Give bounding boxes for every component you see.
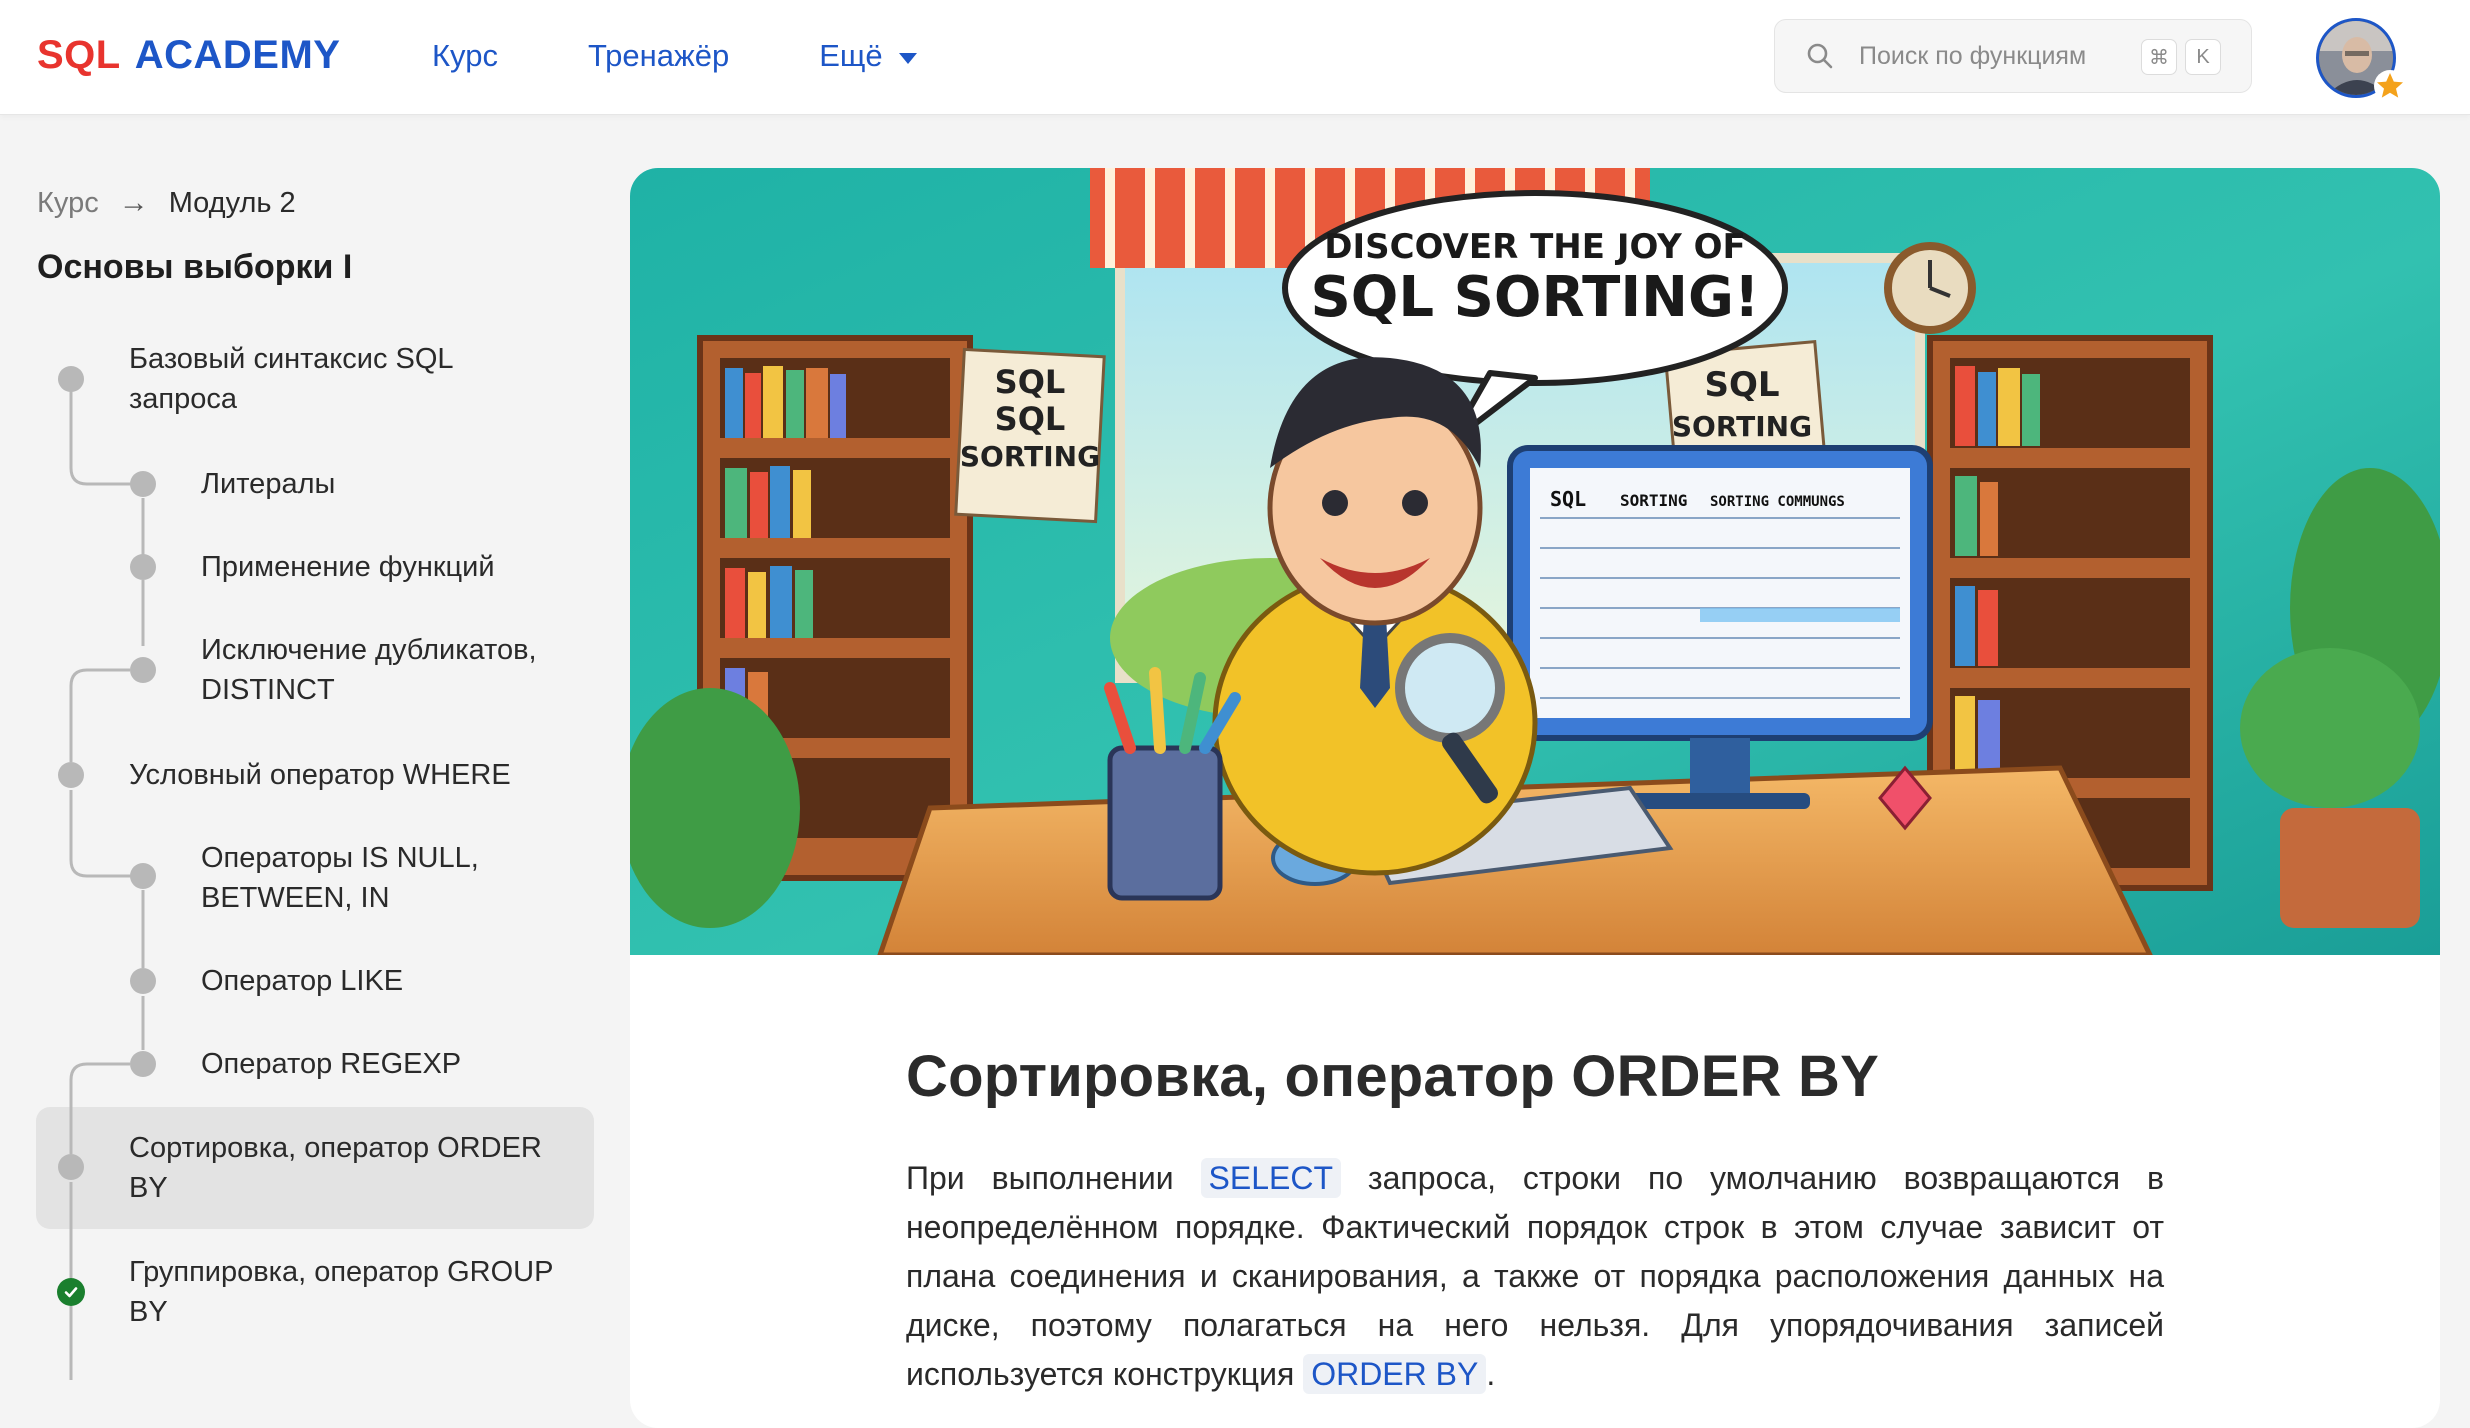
user-avatar[interactable] bbox=[2316, 18, 2406, 102]
paragraph-text: При выполнении bbox=[906, 1160, 1201, 1196]
sidebar-item-label: DISTINCT bbox=[201, 674, 335, 706]
sidebar-item-label: Оператор LIKE bbox=[201, 965, 404, 997]
article-title: Сортировка, оператор ORDER BY bbox=[906, 1044, 1880, 1109]
sidebar-item-label: Исключение дубликатов, bbox=[201, 634, 537, 666]
tree-node-dot-active bbox=[58, 1154, 84, 1180]
sidebar-item-label: запроса bbox=[129, 383, 238, 415]
screen-header-text: SORTING COMMUNGS bbox=[1710, 494, 1845, 510]
poster-left-text: SQL bbox=[995, 363, 1066, 401]
sidebar-item-order-by[interactable]: Сортировка, оператор ORDER BY bbox=[129, 1128, 542, 1208]
search-placeholder: Поиск по функциям bbox=[1859, 41, 2087, 70]
hero-illustration: SQL SQL SORTING SQL SORTING DISCOVER THE… bbox=[630, 168, 2440, 955]
sidebar-item-label: Базовый синтаксис SQL bbox=[129, 343, 454, 375]
paragraph-text: . bbox=[1486, 1356, 1496, 1392]
tree-node-dot bbox=[130, 968, 156, 994]
sidebar-item-label: Операторы IS NULL, bbox=[201, 842, 479, 874]
search-icon bbox=[1807, 43, 1833, 69]
code-select: SELECT bbox=[1200, 1158, 1341, 1198]
code-order-by: ORDER BY bbox=[1303, 1354, 1487, 1394]
sidebar-item-group-by[interactable]: Группировка, оператор GROUP BY bbox=[129, 1252, 553, 1332]
sidebar-item-basic-syntax[interactable]: Базовый синтаксис SQL запроса bbox=[129, 339, 454, 419]
sidebar-item-label: Литералы bbox=[201, 468, 336, 500]
article-intro-paragraph: При выполнении SELECT запроса, строки по… bbox=[906, 1154, 2164, 1399]
poster-right-text: SQL bbox=[1704, 365, 1779, 405]
lesson-content: SQL SQL SORTING SQL SORTING DISCOVER THE… bbox=[630, 168, 2440, 1428]
sidebar-item-literals[interactable]: Литералы bbox=[201, 464, 335, 504]
sidebar-item-is-null-between-in[interactable]: Операторы IS NULL, BETWEEN, IN bbox=[201, 838, 479, 918]
tree-node-dot bbox=[58, 762, 84, 788]
tree-node-dot bbox=[130, 1051, 156, 1077]
tree-node-dot bbox=[58, 366, 84, 392]
speech-bubble-line2: SQL SORTING! bbox=[1310, 265, 1759, 330]
shortcut-k-key: K bbox=[2185, 39, 2221, 75]
sidebar-item-like[interactable]: Оператор LIKE bbox=[201, 961, 403, 1001]
tree-node-dot bbox=[130, 863, 156, 889]
tree-node-dot bbox=[130, 554, 156, 580]
poster-left-text: SQL bbox=[995, 400, 1066, 438]
search-input[interactable]: Поиск по функциям ⌘ K bbox=[1774, 19, 2252, 93]
sidebar-item-functions[interactable]: Применение функций bbox=[201, 547, 495, 587]
nav-more-dropdown[interactable]: Ещё bbox=[819, 36, 917, 76]
screen-header-text: SQL bbox=[1550, 487, 1586, 511]
screen-header-text: SORTING bbox=[1620, 491, 1687, 510]
sidebar-item-distinct[interactable]: Исключение дубликатов, DISTINCT bbox=[201, 630, 537, 710]
sidebar-item-label: Сортировка, оператор ORDER bbox=[129, 1132, 542, 1164]
sidebar-item-label: Применение функций bbox=[201, 551, 495, 583]
sidebar-item-where[interactable]: Условный оператор WHERE bbox=[129, 755, 511, 795]
sidebar-item-label: BY bbox=[129, 1296, 168, 1328]
sidebar-item-label: Оператор REGEXP bbox=[201, 1048, 462, 1080]
completed-check-icon bbox=[57, 1278, 85, 1306]
tree-node-dot bbox=[130, 657, 156, 683]
sidebar-item-label: BETWEEN, IN bbox=[201, 882, 390, 914]
tree-node-dot bbox=[130, 471, 156, 497]
star-badge-icon bbox=[2374, 70, 2406, 102]
shortcut-cmd-key: ⌘ bbox=[2141, 39, 2177, 75]
sidebar-item-label: Условный оператор WHERE bbox=[129, 759, 511, 791]
sidebar-item-regexp[interactable]: Оператор REGEXP bbox=[201, 1044, 461, 1084]
poster-left-text: SORTING bbox=[960, 440, 1100, 473]
speech-bubble-line1: DISCOVER THE JOY OF bbox=[1324, 227, 1746, 267]
nav-more-label: Ещё bbox=[819, 38, 883, 73]
poster-right-text: SORTING bbox=[1672, 410, 1812, 443]
sidebar-item-label: BY bbox=[129, 1172, 168, 1204]
sidebar-item-label: Группировка, оператор GROUP bbox=[129, 1256, 554, 1288]
chevron-down-icon bbox=[898, 52, 917, 64]
